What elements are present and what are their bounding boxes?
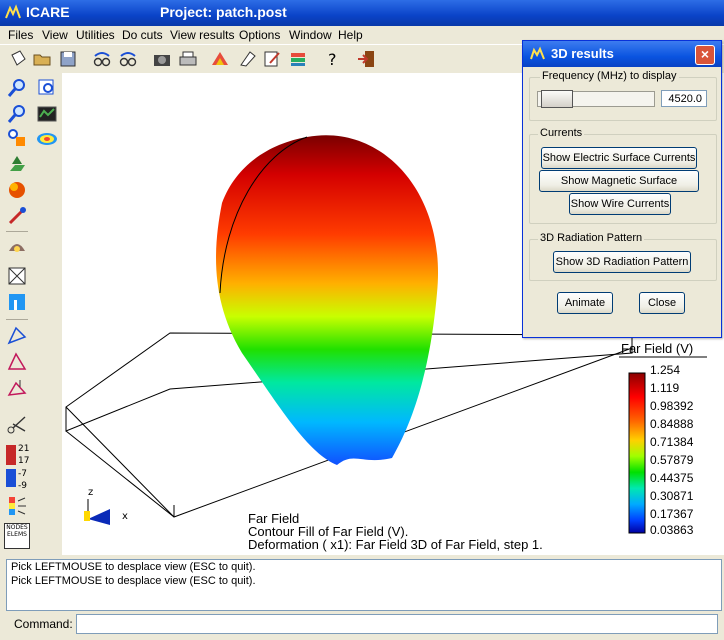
currents-label: Currents: [538, 127, 585, 139]
colorbar-icon[interactable]: [6, 495, 28, 517]
radiation-label: 3D Radiation Pattern: [538, 232, 645, 244]
camera-icon[interactable]: [152, 49, 172, 69]
view-rotate-left-icon[interactable]: [92, 49, 112, 69]
tetra-magenta-icon[interactable]: [6, 351, 28, 373]
radiation-lobe: [216, 135, 439, 466]
dialog-title-bar[interactable]: 3D results ×: [523, 41, 721, 67]
show-radiation-pattern-button[interactable]: Show 3D Radiation Pattern: [553, 251, 691, 273]
scissors-icon[interactable]: [6, 413, 28, 435]
dialog-title: 3D results: [551, 46, 614, 61]
legend-value: 0.98392: [650, 399, 694, 413]
edit-icon[interactable]: [238, 49, 258, 69]
range-swatch-blue: [6, 469, 16, 487]
tetra-blue-icon[interactable]: [6, 325, 28, 347]
caption-deformation: Deformation ( x1): Far Field 3D of Far F…: [248, 537, 543, 552]
range-label: -9: [18, 481, 27, 491]
animate-button[interactable]: Animate: [557, 292, 613, 314]
frequency-label: Frequency (MHz) to display: [540, 70, 679, 82]
sidebar-divider: [6, 319, 28, 320]
shading-icon[interactable]: [6, 179, 28, 201]
legend-value: 1.119: [650, 381, 680, 395]
recycle-icon[interactable]: [6, 153, 28, 175]
help-icon[interactable]: ?: [322, 49, 342, 69]
print-icon[interactable]: [178, 49, 198, 69]
title-bar: ICARE Project: patch.post: [0, 0, 724, 26]
axis-z-label: z: [88, 487, 93, 498]
menu-window[interactable]: Window: [289, 28, 332, 42]
app-icon: [5, 4, 21, 19]
axis-triad: [88, 509, 110, 525]
legend-value: 0.17367: [650, 507, 694, 521]
message-console: Pick LEFTMOUSE to desplace view (ESC to …: [6, 559, 722, 611]
menu-help[interactable]: Help: [338, 28, 363, 42]
show-magnetic-currents-button[interactable]: Show Magnetic Surface Currents: [539, 170, 699, 207]
menu-view[interactable]: View: [42, 28, 68, 42]
show-wire-currents-button[interactable]: Show Wire Currents: [569, 193, 671, 215]
project-title: Project: patch.post: [160, 4, 287, 20]
range-label: -7: [18, 469, 27, 479]
document-edit-icon[interactable]: [262, 49, 282, 69]
legend-value: 0.30871: [650, 489, 694, 503]
axis-x-label: x: [122, 511, 128, 522]
legend-colorbar: [628, 372, 646, 534]
app-title: ICARE: [26, 4, 70, 20]
graph-icon[interactable]: [36, 103, 58, 125]
dialog-close-button[interactable]: ×: [695, 45, 715, 65]
zoom-window-icon[interactable]: [36, 77, 58, 99]
legend-value: 0.57879: [650, 453, 694, 467]
exit-icon[interactable]: [356, 49, 376, 69]
colormap-icon[interactable]: [210, 49, 230, 69]
nodes-elems-button[interactable]: NODES ELEMS: [4, 523, 30, 549]
legend-value: 1.254: [650, 363, 681, 377]
save-icon[interactable]: [58, 49, 78, 69]
menu-do-cuts[interactable]: Do cuts: [122, 28, 163, 42]
svg-text:?: ?: [328, 50, 337, 69]
show-electric-currents-button[interactable]: Show Electric Surface Currents: [541, 147, 697, 169]
zoom-out-icon[interactable]: [6, 103, 28, 125]
light-icon[interactable]: [6, 235, 28, 257]
new-file-icon[interactable]: [8, 49, 28, 69]
console-line: Pick LEFTMOUSE to desplace view (ESC to …: [11, 561, 256, 573]
rainbow-icon[interactable]: [36, 127, 58, 149]
view-rotate-right-icon[interactable]: [118, 49, 138, 69]
legend-value: 0.71384: [650, 435, 694, 449]
zoom-in-icon[interactable]: [6, 77, 28, 99]
axis-y-marker: [84, 511, 90, 521]
open-folder-icon[interactable]: [32, 49, 52, 69]
menu-view-results[interactable]: View results: [170, 28, 234, 42]
console-line: Pick LEFTMOUSE to desplace view (ESC to …: [11, 575, 256, 587]
range-label: 21: [18, 444, 30, 454]
range-label: 17: [18, 456, 30, 466]
close-button[interactable]: Close: [639, 292, 685, 314]
menu-utilities[interactable]: Utilities: [76, 28, 115, 42]
layers-icon[interactable]: [288, 49, 308, 69]
frequency-input[interactable]: 4520.0: [661, 90, 707, 107]
menu-options[interactable]: Options: [239, 28, 280, 42]
results-dialog: 3D results × Frequency (MHz) to display …: [522, 40, 722, 338]
substrate-edge: [65, 430, 175, 518]
sidebar-tools: 21 17 -7 -9 NODES ELEMS: [0, 73, 62, 555]
legend-title: Far Field (V): [621, 341, 694, 356]
mesh-box-icon[interactable]: [6, 265, 28, 287]
frequency-slider-thumb[interactable]: [541, 90, 573, 108]
command-label: Command:: [14, 617, 73, 631]
legend-value: 0.84888: [650, 417, 694, 431]
sidebar-divider: [6, 231, 28, 232]
tetra-cursor-icon[interactable]: [6, 377, 28, 399]
zoom-region-icon[interactable]: [6, 127, 28, 149]
histogram-icon[interactable]: [6, 291, 28, 313]
command-input[interactable]: [76, 614, 718, 634]
legend-value: 0.44375: [650, 471, 694, 485]
range-swatch-red: [6, 445, 16, 465]
probe-icon[interactable]: [6, 205, 28, 227]
legend-value: 0.03863: [650, 523, 694, 537]
dialog-app-icon: [530, 46, 545, 60]
menu-files[interactable]: Files: [8, 28, 33, 42]
